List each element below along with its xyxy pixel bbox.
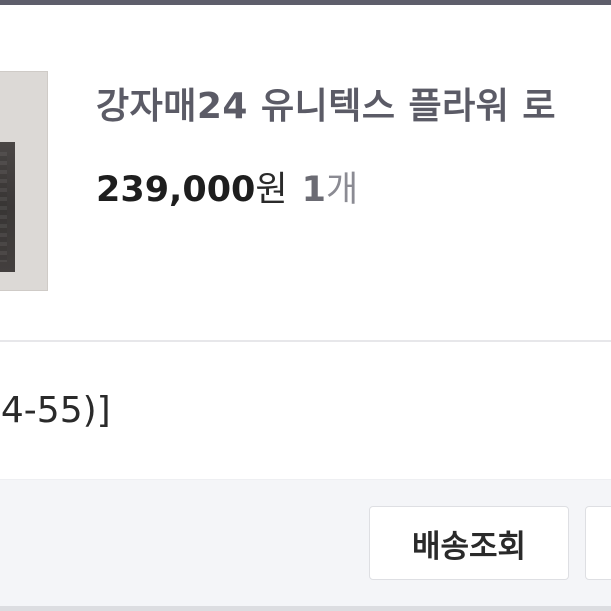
bottom-divider bbox=[0, 606, 611, 611]
price-value: 239,000 bbox=[96, 170, 256, 210]
quantity-unit: 개 bbox=[325, 170, 359, 210]
product-title[interactable]: 강자매24 유니텍스 플라워 로 bbox=[96, 77, 556, 129]
action-bar: 배송조회 bbox=[0, 479, 611, 611]
price-unit: 원 bbox=[255, 170, 288, 210]
price-line: 239,000원 1개 bbox=[96, 161, 358, 212]
quantity-value: 1 bbox=[301, 170, 326, 210]
order-item-card: 강자매24 유니텍스 플라워 로 239,000원1개 44-55)] 배송조회 bbox=[0, 0, 611, 611]
next-action-button[interactable] bbox=[585, 506, 611, 580]
option-row: 44-55)] bbox=[0, 342, 611, 479]
track-delivery-button[interactable]: 배송조회 bbox=[369, 506, 569, 580]
option-text: 44-55)] bbox=[0, 390, 111, 431]
product-row[interactable]: 강자매24 유니텍스 플라워 로 239,000원 1개 bbox=[0, 5, 611, 341]
product-image bbox=[0, 142, 15, 272]
product-thumbnail[interactable] bbox=[0, 71, 48, 291]
